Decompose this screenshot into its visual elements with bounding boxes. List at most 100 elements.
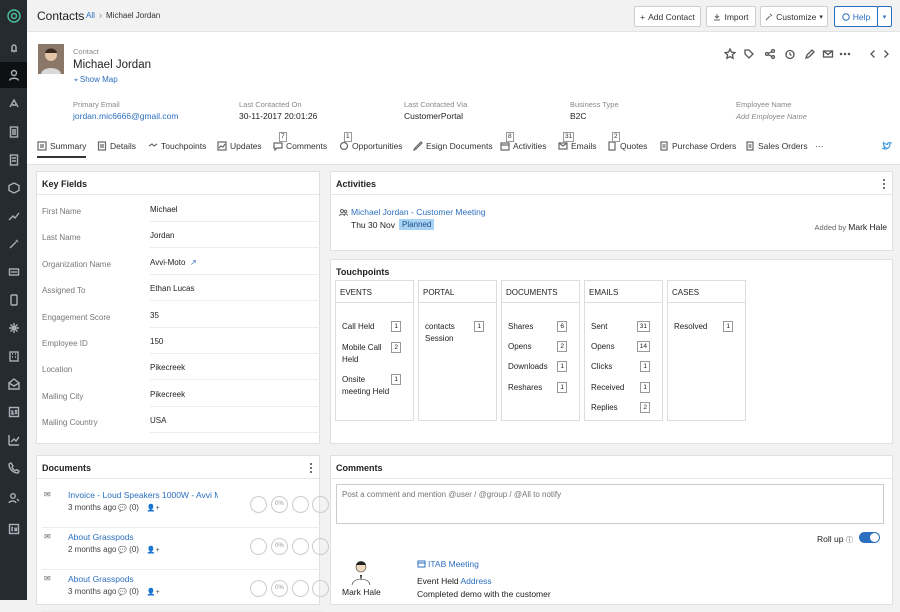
assign-user-icon[interactable]: 👤+ <box>145 589 160 596</box>
documents-nav-icon[interactable] <box>0 119 27 145</box>
sales-nav-icon[interactable] <box>0 203 27 229</box>
touchpoint-row[interactable]: Reshares 1 <box>508 382 573 394</box>
touchpoint-row[interactable]: Opens 14 <box>591 341 656 353</box>
touchpoint-row[interactable]: Call Held 1 <box>342 321 407 333</box>
touchpoint-row[interactable]: Resolved 1 <box>674 321 739 333</box>
touchpoint-row[interactable]: Onsite meeting Held 1 <box>342 374 407 398</box>
tab-esign-documents[interactable]: Esign Documents <box>413 141 493 151</box>
comment-entry-title-link[interactable]: ITAB Meeting <box>428 559 479 569</box>
reminder-icon[interactable] <box>784 48 796 60</box>
employee-name-field[interactable]: Add Employee Name <box>736 112 807 121</box>
tab-activities[interactable]: 8 Activities <box>500 132 547 151</box>
phone-nav-icon[interactable] <box>0 455 27 481</box>
touchpoint-row[interactable]: Downloads 1 <box>508 361 573 373</box>
touchpoint-row[interactable]: Shares 6 <box>508 321 573 333</box>
notification-bell-icon[interactable] <box>0 35 27 61</box>
added-by-user[interactable]: Mark Hale <box>848 222 887 232</box>
touchpoint-row[interactable]: Received 1 <box>591 382 656 394</box>
document-download-icon[interactable] <box>312 538 329 555</box>
share-icon[interactable] <box>764 48 776 60</box>
help-dropdown-button[interactable]: ▾ <box>877 6 892 27</box>
tab-more[interactable]: ··· <box>815 141 824 151</box>
touchpoint-row[interactable]: Mobile Call Held 2 <box>342 342 407 366</box>
contact-avatar[interactable] <box>38 44 64 74</box>
breadcrumb-all-link[interactable]: All <box>86 11 95 20</box>
activities-menu-icon[interactable] <box>881 178 887 190</box>
cu-nav-icon[interactable] <box>0 516 27 542</box>
primary-email-value[interactable]: jordan.mic6666@gmail.com <box>73 111 178 121</box>
inbox-nav-icon[interactable] <box>0 371 27 397</box>
analytics-nav-icon[interactable] <box>0 427 27 453</box>
star-icon[interactable] <box>723 47 737 60</box>
address-link[interactable]: Address <box>461 576 492 586</box>
tab-touchpoints[interactable]: Touchpoints <box>148 141 206 151</box>
next-record-icon[interactable] <box>880 48 892 60</box>
document-share-icon[interactable] <box>292 496 309 513</box>
tab-opportunities[interactable]: 1 Opportunities <box>339 132 403 151</box>
document-progress-icon[interactable]: 0% <box>271 538 288 555</box>
document-share-icon[interactable] <box>292 580 309 597</box>
document-name-link[interactable]: Invoice - Loud Speakers 1000W - Avvi Mot… <box>68 490 218 500</box>
help-button[interactable]: Help <box>834 6 878 27</box>
document-share-icon[interactable] <box>292 538 309 555</box>
twitter-icon[interactable] <box>882 141 892 151</box>
document-view-icon[interactable] <box>250 538 267 555</box>
tab-purchase-orders[interactable]: Purchase Orders <box>659 141 736 151</box>
user-settings-nav-icon[interactable] <box>0 485 27 511</box>
external-link-icon[interactable]: ↗ <box>190 258 197 267</box>
touchpoint-row[interactable]: Sent 31 <box>591 321 656 333</box>
show-map-link[interactable]: ⌖ Show Map <box>74 75 118 85</box>
touchpoint-row[interactable]: Replies 2 <box>591 402 656 414</box>
comment-bubble-icon[interactable]: 💬 <box>116 505 127 512</box>
organization-nav-icon[interactable] <box>0 343 27 369</box>
comment-bubble-icon[interactable]: 💬 <box>116 547 127 554</box>
more-actions-icon[interactable] <box>839 48 851 60</box>
app-logo-icon[interactable] <box>0 3 27 29</box>
ex-nav-icon[interactable] <box>0 399 27 425</box>
import-button[interactable]: Import <box>706 6 756 27</box>
document-download-icon[interactable] <box>312 496 329 513</box>
marketing-nav-icon[interactable] <box>0 91 27 117</box>
document-view-icon[interactable] <box>250 496 267 513</box>
contacts-nav-icon[interactable] <box>0 62 27 88</box>
integrations-nav-icon[interactable] <box>0 315 27 341</box>
reports-nav-icon[interactable] <box>0 147 27 173</box>
assign-user-icon[interactable]: 👤+ <box>145 505 160 512</box>
inventory-nav-icon[interactable] <box>0 259 27 285</box>
customize-button[interactable]: Customize ▾ <box>760 6 828 27</box>
mobile-nav-icon[interactable] <box>0 287 27 313</box>
tab-updates[interactable]: Updates <box>217 141 262 151</box>
document-view-icon[interactable] <box>250 580 267 597</box>
document-download-icon[interactable] <box>312 580 329 597</box>
key-field-value[interactable]: Ethan Lucas <box>150 284 320 293</box>
edit-icon[interactable] <box>804 48 816 60</box>
tab-details[interactable]: Details <box>97 141 136 151</box>
document-name-link[interactable]: About Grasspods <box>68 574 218 584</box>
touchpoint-row[interactable]: Opens 2 <box>508 341 573 353</box>
rollup-toggle[interactable] <box>859 532 880 543</box>
touchpoint-row[interactable]: Clicks 1 <box>591 361 656 373</box>
tab-comments[interactable]: 7 Comments <box>273 132 327 151</box>
document-name-link[interactable]: About Grasspods <box>68 532 218 542</box>
document-progress-icon[interactable]: 0% <box>271 580 288 597</box>
tab-emails[interactable]: 31 Emails <box>558 132 597 151</box>
chevron-down-icon: ▾ <box>819 13 823 21</box>
tab-sales-orders[interactable]: Sales Orders <box>745 141 808 151</box>
email-icon[interactable] <box>822 48 834 60</box>
tag-icon[interactable] <box>743 48 755 60</box>
products-nav-icon[interactable] <box>0 175 27 201</box>
documents-menu-icon[interactable] <box>308 462 314 474</box>
document-progress-icon[interactable]: 0% <box>271 496 288 513</box>
previous-record-icon[interactable] <box>867 48 879 60</box>
key-field-value[interactable]: Avvi-Moto <box>150 258 320 267</box>
assign-user-icon[interactable]: 👤+ <box>145 547 160 554</box>
touchpoint-row[interactable]: contacts Session 1 <box>425 321 490 345</box>
comment-input[interactable] <box>336 484 884 524</box>
tab-quotes[interactable]: 2 Quotes <box>607 132 647 151</box>
customize-label: Customize <box>776 11 817 22</box>
tab-summary[interactable]: Summary <box>37 141 87 158</box>
tools-nav-icon[interactable] <box>0 231 27 257</box>
activity-title-link[interactable]: Michael Jordan - Customer Meeting <box>351 207 486 217</box>
comment-bubble-icon[interactable]: 💬 <box>116 589 127 596</box>
add-contact-button[interactable]: + Add Contact <box>634 6 701 27</box>
